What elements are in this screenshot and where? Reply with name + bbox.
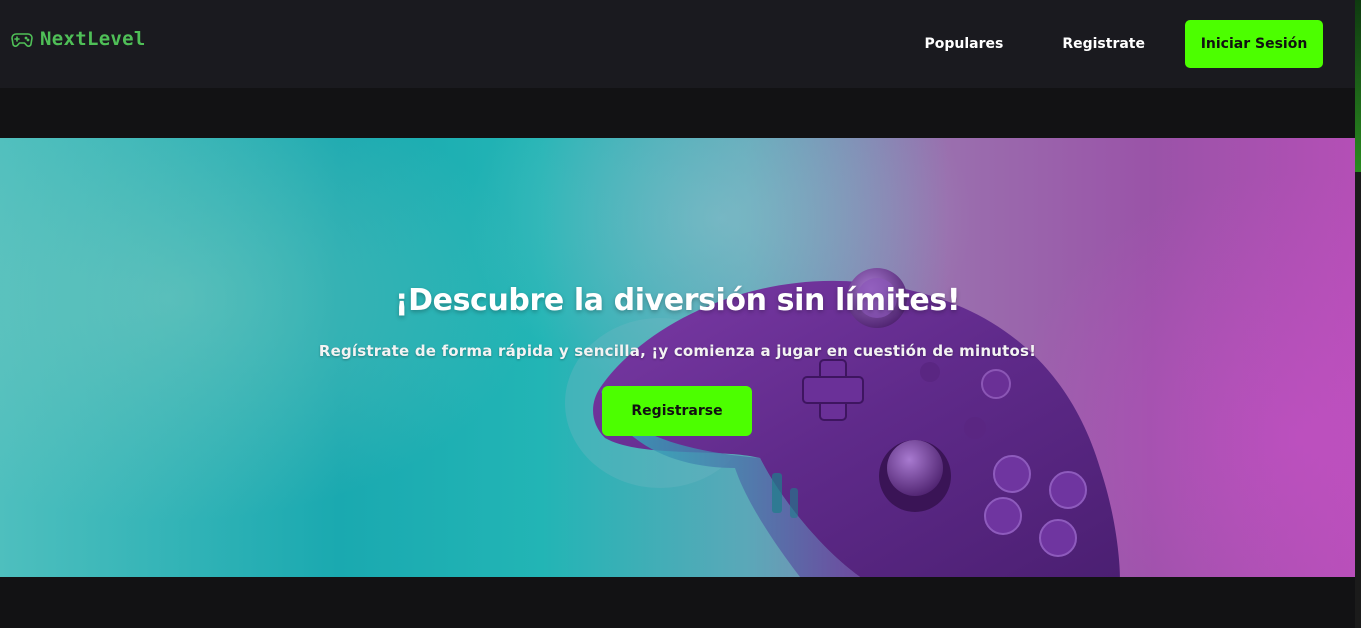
scrollbar[interactable]: [1355, 0, 1361, 628]
login-button[interactable]: Iniciar Sesión: [1185, 20, 1323, 68]
hero-content: ¡Descubre la diversión sin límites! Regí…: [0, 138, 1355, 577]
brand-logo[interactable]: NextLevel: [10, 27, 146, 51]
navbar: NextLevel Populares Registrate Iniciar S…: [0, 0, 1355, 88]
register-button[interactable]: Registrarse: [602, 386, 752, 436]
nav-link-registrate[interactable]: Registrate: [1062, 36, 1145, 52]
hero-banner: ¡Descubre la diversión sin límites! Regí…: [0, 138, 1355, 577]
nav-link-populares[interactable]: Populares: [924, 36, 1003, 52]
nav-links: Populares Registrate Iniciar Sesión: [924, 20, 1323, 68]
hero-subtitle: Regístrate de forma rápida y sencilla, ¡…: [318, 342, 1037, 360]
page-section-bottom: [0, 577, 1355, 628]
scrollbar-thumb[interactable]: [1355, 0, 1361, 172]
gamepad-icon: [10, 27, 34, 51]
hero-title: ¡Descubre la diversión sin límites!: [394, 283, 961, 318]
brand-name: NextLevel: [40, 28, 146, 50]
